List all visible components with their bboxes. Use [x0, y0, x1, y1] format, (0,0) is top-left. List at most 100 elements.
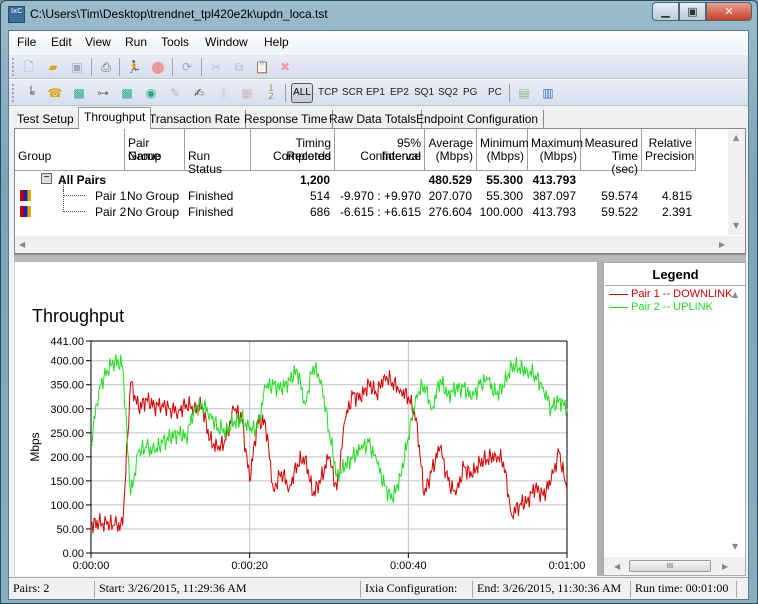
legend-scroll-right-icon[interactable]: ▶: [722, 562, 728, 571]
tab-throughput[interactable]: Throughput: [78, 107, 152, 129]
cell-maximum: 413.793: [532, 205, 576, 219]
filter-scr-button[interactable]: SCR: [342, 87, 363, 98]
script-icon[interactable]: ✍: [191, 85, 207, 101]
table-row[interactable]: Pair 2 No Group Finished 686 -6.615 : +6.615…: [15, 190, 715, 220]
toolbar-separator: [285, 84, 286, 102]
minimize-button[interactable]: ▁: [652, 2, 679, 21]
network-icon[interactable]: ⊶: [95, 85, 111, 101]
scroll-left-icon[interactable]: ◀: [19, 240, 25, 249]
cell-minimum: 55.300: [486, 189, 523, 203]
filter-ep2-button[interactable]: EP2: [390, 87, 409, 98]
menu-view[interactable]: View: [85, 35, 111, 49]
table-row[interactable]: Pair 1 No Group Finished 514 -9.970 : +9.970…: [15, 182, 715, 204]
run-icon[interactable]: 🏃: [126, 59, 142, 75]
legend-horizontal-scrollbar[interactable]: ◀ III ▶: [604, 557, 745, 575]
column-header[interactable]: Average (Mbps): [425, 129, 477, 171]
column-header[interactable]: Timing Records Completed: [251, 129, 335, 171]
menu-edit[interactable]: Edit: [51, 35, 72, 49]
multicast-icon[interactable]: ☎: [47, 85, 63, 101]
column-header[interactable]: Pair Group Name: [125, 129, 185, 171]
print-icon[interactable]: ⎙: [98, 59, 114, 75]
cut-icon[interactable]: ✂: [208, 59, 224, 75]
legend-scroll-thumb[interactable]: III: [629, 560, 711, 572]
menu-tools[interactable]: Tools: [161, 35, 189, 49]
filter-sq1-button[interactable]: SQ1: [414, 87, 434, 98]
export-icon[interactable]: ▤: [516, 85, 532, 101]
close-button[interactable]: ✕: [706, 2, 752, 21]
monitor-icon[interactable]: ▩: [119, 85, 135, 101]
merge-icon[interactable]: ▦: [239, 85, 255, 101]
menu-file[interactable]: File: [17, 35, 36, 49]
pair-group-name: No Group: [127, 189, 180, 203]
report-icon[interactable]: ▥: [540, 85, 556, 101]
new-file-icon[interactable]: 🗋: [21, 59, 37, 75]
legend-scroll-left-icon[interactable]: ◀: [614, 562, 620, 571]
column-header-line2: Name: [128, 149, 161, 163]
toolbar-grip[interactable]: [12, 58, 15, 76]
paste-icon[interactable]: 📋: [254, 59, 270, 75]
legend-swatch: [609, 306, 628, 308]
open-folder-icon[interactable]: ▰: [45, 59, 61, 75]
column-header[interactable]: Relative Precision: [642, 129, 696, 171]
filter-pc-button[interactable]: PC: [488, 87, 502, 98]
table-vertical-scrollbar[interactable]: ▲ ▼: [728, 129, 745, 235]
title-bar[interactable]: IxC C:\Users\Tim\Desktop\trendnet_tpl420…: [1, 1, 757, 29]
refresh-icon[interactable]: ⟳: [179, 59, 195, 75]
horizontal-splitter[interactable]: [14, 254, 746, 262]
column-header[interactable]: Group: [15, 129, 125, 171]
tab-endpoint-configuration[interactable]: Endpoint Configuration: [411, 110, 545, 129]
column-header-line2: (Mbps): [539, 149, 577, 163]
toolbar-grip[interactable]: [12, 84, 15, 102]
cell-records: 686: [309, 205, 330, 219]
table-horizontal-scrollbar[interactable]: ◀ ▶: [15, 236, 745, 253]
number-icon[interactable]: 12: [263, 85, 279, 102]
endpoint-icon[interactable]: ▩: [71, 85, 87, 101]
pair-chart-icon: [20, 206, 31, 217]
column-header[interactable]: Maximum (Mbps): [528, 129, 583, 171]
filter-ep1-button[interactable]: EP1: [366, 87, 385, 98]
cell-measured-time: 59.522: [601, 205, 638, 219]
tab-transaction-rate[interactable]: Transaction Rate: [144, 110, 246, 129]
tab-raw-data-totals[interactable]: Raw Data Totals: [324, 110, 423, 129]
collapse-toggle[interactable]: −: [41, 173, 52, 184]
column-header[interactable]: Run Status: [185, 129, 251, 176]
copy-icon[interactable]: ⧉: [231, 59, 247, 75]
tab-test-setup[interactable]: Test Setup: [12, 110, 80, 129]
column-header-line2: Completed: [272, 149, 331, 163]
menu-window[interactable]: Window: [205, 35, 248, 49]
edit-icon[interactable]: ✎: [167, 85, 183, 101]
menu-run[interactable]: Run: [125, 35, 147, 49]
delete-icon[interactable]: ✖: [277, 59, 293, 75]
column-header[interactable]: 95% Confidence Interval: [335, 129, 425, 171]
legend-scroll-up-icon[interactable]: ▲: [732, 290, 738, 299]
summary-records: 1,200: [299, 173, 330, 187]
scroll-down-icon[interactable]: ▼: [733, 221, 739, 230]
status-bar: Pairs: 2 Start: 3/26/2015, 11:29:36 AM I…: [9, 577, 748, 599]
legend-item-pair1[interactable]: Pair 1 -- DOWNLINK: [609, 288, 732, 300]
filter-all-button[interactable]: ALL: [291, 83, 313, 103]
cell-relative-precision: 2.391: [661, 205, 692, 219]
save-icon[interactable]: ▣: [69, 59, 85, 75]
filter-sq2-button[interactable]: SQ2: [438, 87, 458, 98]
y-tick-label: 400.00: [50, 356, 84, 368]
y-tick-label: 0.00: [63, 548, 84, 560]
filter-toolbar: ╘ ☎ ▩ ⊶ ▩ ◉ ✎ ✍ ⚷ ▦ 12 ALL TCP SCR EP1 E…: [9, 79, 748, 106]
maximize-button[interactable]: ▣: [679, 2, 706, 21]
legend-scroll-down-icon[interactable]: ▼: [732, 542, 738, 551]
column-header[interactable]: Minimum (Mbps): [477, 129, 529, 171]
pair-icon[interactable]: ╘: [23, 85, 39, 101]
toolbar-separator: [201, 58, 202, 76]
key-icon[interactable]: ⚷: [215, 85, 231, 101]
scroll-right-icon[interactable]: ▶: [719, 240, 725, 249]
broadcast-icon[interactable]: ◉: [143, 85, 159, 101]
stop-icon[interactable]: ⬤: [150, 59, 166, 75]
scroll-up-icon[interactable]: ▲: [733, 133, 739, 142]
legend-item-pair2[interactable]: Pair 2 -- UPLINK: [609, 301, 713, 313]
summary-row[interactable]: − All Pairs 1,200 480.529 55.300 413.793: [15, 172, 715, 188]
filter-tcp-button[interactable]: TCP: [318, 87, 338, 98]
pair-name: Pair 1: [95, 189, 127, 203]
tab-response-time[interactable]: Response Time: [239, 110, 334, 129]
column-header[interactable]: Measured Time (sec): [581, 129, 642, 176]
menu-help[interactable]: Help: [264, 35, 289, 49]
filter-pg-button[interactable]: PG: [463, 87, 477, 98]
